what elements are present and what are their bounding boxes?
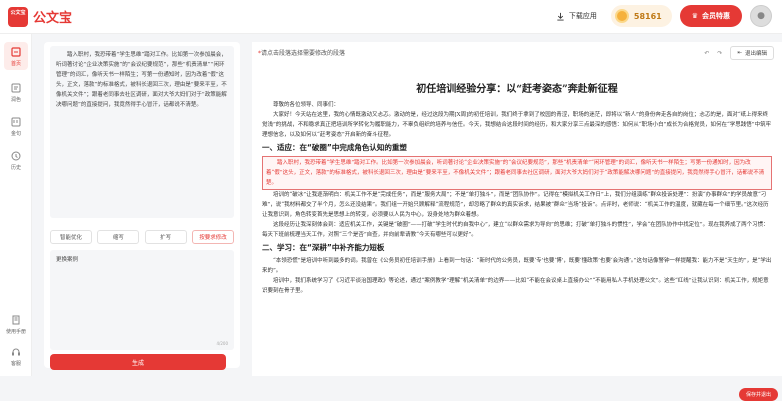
download-icon xyxy=(557,12,564,21)
modify-by-request-button[interactable]: 按要求修改 xyxy=(191,230,234,244)
paragraph[interactable]: 培训中，我们系统学习了《习近平谈治国理政》等论述，通过“案例教学”理解“机关清单… xyxy=(262,276,772,296)
exit-edit-button[interactable]: ⇤ 退出编辑 xyxy=(730,46,774,60)
generate-button[interactable]: 生成 xyxy=(50,354,226,370)
section-heading: 一、适应：在“破圈”中完成角色认知的重塑 xyxy=(262,143,407,152)
sidebar-label-quote: 金句 xyxy=(10,131,21,137)
download-label: 下载应用 xyxy=(568,12,597,20)
history-icon xyxy=(11,151,21,161)
sidebar-item-support[interactable]: 客服 xyxy=(0,346,32,367)
vip-label: 会员特惠 xyxy=(702,12,730,20)
paragraph[interactable]: “本领恐慌”是培训中听到最多的词。我曾在《公务员初任培训手册》上看到一句话：“新… xyxy=(262,256,772,276)
doc-toolbar: ↶ ↷ ⇤ 退出编辑 xyxy=(704,46,774,60)
vip-button[interactable]: ♛ 会员特惠 xyxy=(679,5,742,27)
app-title: 公文宝 xyxy=(33,11,73,26)
input-panel: 踏入职村，我恐带着“学生思维”踏对工作。比如第一次参加晨会，听词著讨论“企业决策… xyxy=(44,42,240,368)
sidebar-item-history[interactable]: 历史 xyxy=(0,150,32,171)
coin-balance[interactable]: 58161 xyxy=(610,5,672,27)
section-heading: 二、学习：在“深耕”中补齐能力短板 xyxy=(262,243,385,252)
sidebar-label-home: 首页 xyxy=(10,61,21,67)
paragraph[interactable]: 大家好！今天站在这里，我的心情既激动又忐忑。激动的是，经过这段为期[X周]的初任… xyxy=(262,110,772,140)
request-text: 更换案例 xyxy=(56,257,79,263)
home-icon xyxy=(11,47,21,57)
greeting[interactable]: 尊敬的各位领导、同事们： xyxy=(262,100,772,110)
selected-paragraph[interactable]: 踏入职村，我恐带着“学生思维”踏对工作。比如第一次参加晨会，听词著讨论“企业决策… xyxy=(262,156,772,190)
edit-hint: *请点击段落选择需要修改的段落 xyxy=(258,48,345,57)
exit-label: 退出编辑 xyxy=(744,51,767,57)
manual-icon xyxy=(12,315,20,325)
top-bar: 公文宝 公文宝 下载应用 58161 ♛ 会员特惠 ● xyxy=(0,0,782,34)
sidebar-label-history: 历史 xyxy=(10,165,21,171)
app-logo[interactable]: 公文宝 公文宝 xyxy=(8,6,73,27)
coin-count: 58161 xyxy=(633,11,662,21)
undo-icon[interactable]: ↶ xyxy=(704,50,709,57)
rewrite-toolbar: 智能优化 缩写 扩写 按要求修改 xyxy=(50,230,234,244)
sidebar-item-home[interactable]: 首页 xyxy=(0,46,32,67)
sidebar-item-manual[interactable]: 使用手册 xyxy=(0,314,32,335)
support-icon xyxy=(12,348,20,356)
sidebar: 首页 润色 金句 历史 使用手册 客服 xyxy=(0,34,32,376)
user-icon: ● xyxy=(757,11,765,21)
quote-icon xyxy=(11,117,21,127)
avatar[interactable]: ● xyxy=(750,5,772,27)
request-input[interactable]: 更换案例 4/200 xyxy=(50,250,234,350)
condense-button[interactable]: 缩写 xyxy=(97,230,140,244)
sidebar-item-polish[interactable]: 润色 xyxy=(0,82,32,103)
coin-icon xyxy=(614,9,629,23)
download-app-button[interactable]: 下载应用 xyxy=(550,11,603,21)
logo-icon: 公文宝 xyxy=(8,6,28,27)
hint-text: 请点击段落选择需要修改的段落 xyxy=(261,50,346,57)
paragraph[interactable]: 培训的“破冰”让我逐渐明白：机关工作不是“完成任务”，而是“服务大局”；不是“单… xyxy=(262,190,772,220)
paragraph[interactable]: 这段经历让我深刻体会到：适应机关工作，关键是“破圈”——打破“学生时代的自我中心… xyxy=(262,220,772,240)
document-title: 初任培训经验分享：以“赶考姿态”奔赴新征程 xyxy=(416,84,618,95)
source-text-area[interactable]: 踏入职村，我恐带着“学生思维”踏对工作。比如第一次参加晨会，听词著讨论“企业决策… xyxy=(50,46,234,218)
crown-icon: ♛ xyxy=(691,12,698,20)
expand-button[interactable]: 扩写 xyxy=(144,230,187,244)
polish-icon xyxy=(11,83,21,93)
exit-icon: ⇤ xyxy=(737,50,742,56)
smart-optimize-button[interactable]: 智能优化 xyxy=(50,230,92,244)
sidebar-label-manual: 使用手册 xyxy=(5,329,26,335)
sidebar-item-quote[interactable]: 金句 xyxy=(0,116,32,137)
redo-icon[interactable]: ↷ xyxy=(717,50,722,57)
sidebar-label-support: 客服 xyxy=(10,361,21,367)
document-panel: *请点击段落选择需要修改的段落 ↶ ↷ ⇤ 退出编辑 初任培训经验分享：以“赶考… xyxy=(252,42,782,401)
sidebar-label-polish: 润色 xyxy=(10,97,21,103)
save-exit-button[interactable]: 保存并退出 xyxy=(738,388,778,401)
char-counter: 4/200 xyxy=(216,341,228,346)
document-body: 尊敬的各位领导、同事们： 大家好！今天站在这里，我的心情既激动又忐忑。激动的是，… xyxy=(262,100,772,296)
